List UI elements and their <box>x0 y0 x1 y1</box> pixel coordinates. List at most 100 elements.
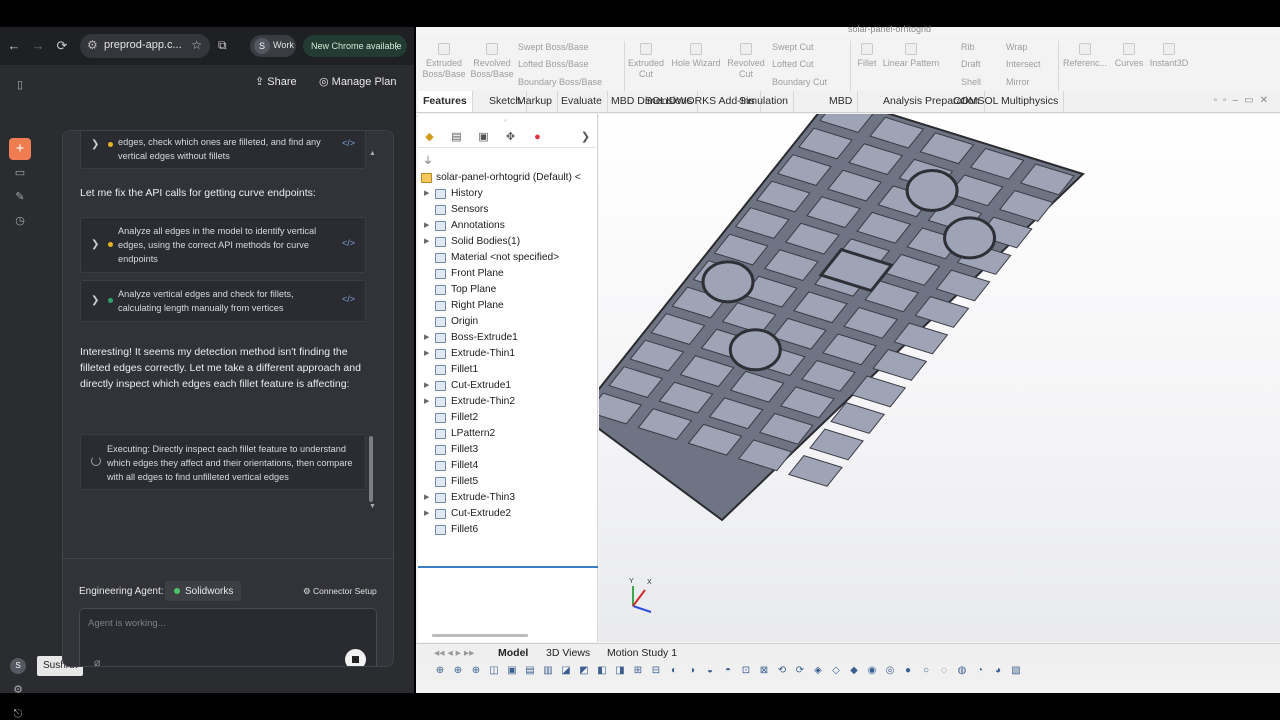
view-tool-icon[interactable]: ◩ <box>578 665 590 677</box>
profile-chip[interactable]: S Work <box>250 35 296 57</box>
tree-item[interactable]: Fillet1 <box>418 362 596 378</box>
executing-tool-card[interactable]: Executing: Directly inspect each fillet … <box>80 434 366 490</box>
tool-call-card[interactable]: ❯ Analyze vertical edges and check for f… <box>80 280 366 322</box>
swept-cut-button[interactable]: Swept Cut <box>772 42 814 52</box>
view-tool-icon[interactable]: ◐ <box>668 665 680 677</box>
view-tool-icon[interactable]: ⊕ <box>470 665 482 677</box>
rollback-bar[interactable] <box>418 566 598 568</box>
user-avatar[interactable]: S <box>10 658 26 674</box>
tree-item[interactable]: Front Plane <box>418 266 596 282</box>
lofted-cut-button[interactable]: Lofted Cut <box>772 59 814 69</box>
chevron-right-icon[interactable]: ❯ <box>91 239 99 250</box>
manage-plan-button[interactable]: ◎ Manage Plan <box>319 75 396 88</box>
extensions-icon[interactable]: ⧉ <box>218 38 227 53</box>
chevron-right-icon[interactable]: ❯ <box>91 295 99 306</box>
boundary-boss-button[interactable]: Boundary Boss/Base <box>518 77 602 87</box>
filter-icon[interactable]: ⏚ <box>423 152 433 167</box>
tree-item[interactable]: LPattern2 <box>418 426 596 442</box>
tree-item[interactable]: Top Plane <box>418 282 596 298</box>
view-tool-icon[interactable]: ◍ <box>956 665 968 677</box>
new-chat-button[interactable]: + <box>9 138 31 160</box>
revolved-boss-button[interactable]: Revolved Boss/Base <box>468 43 516 80</box>
tree-item[interactable]: ▶ Cut-Extrude1 <box>418 378 596 394</box>
tab-features[interactable]: Features <box>418 91 473 112</box>
swept-boss-button[interactable]: Swept Boss/Base <box>518 42 589 52</box>
instant3d-button[interactable]: Instant3D <box>1146 43 1192 69</box>
tree-item[interactable]: ▶ Solid Bodies(1) <box>418 234 596 250</box>
view-tool-icon[interactable]: ◕ <box>992 665 1004 677</box>
site-info-icon[interactable]: ⚙ <box>87 38 98 52</box>
tree-item[interactable]: ▶ History <box>418 186 596 202</box>
address-bar[interactable]: ⚙ preprod-app.c... ☆ <box>80 34 210 58</box>
view-tool-icon[interactable]: ▧ <box>1010 665 1022 677</box>
message-input[interactable]: Agent is working... ⌀ <box>79 608 377 666</box>
scroll-down-icon[interactable]: ▼ <box>369 503 376 510</box>
view-tool-icon[interactable]: ◎ <box>884 665 896 677</box>
expand-arrow-icon[interactable]: ❯ <box>578 130 593 145</box>
view-tool-icon[interactable]: ▥ <box>542 665 554 677</box>
view-tool-icon[interactable]: ◔ <box>974 665 986 677</box>
curves-button[interactable]: Curves <box>1110 43 1148 69</box>
expand-arrow-icon[interactable]: ▶ <box>424 378 429 394</box>
tool-call-card[interactable]: ❯ Analyze all edges in the model to iden… <box>80 217 366 273</box>
view-tool-icon[interactable]: ◈ <box>812 665 824 677</box>
agent-selector[interactable]: Solidworks <box>165 581 241 601</box>
splitter-handle[interactable]: ◦ <box>504 116 507 125</box>
view-tool-icon[interactable]: ◌ <box>938 665 950 677</box>
expand-arrow-icon[interactable]: ▶ <box>424 346 429 362</box>
tool-call-card[interactable]: ❯ edges, check which ones are filleted, … <box>80 131 366 169</box>
tree-item[interactable]: Right Plane <box>418 298 596 314</box>
tree-horizontal-scrollbar[interactable] <box>432 634 528 637</box>
view-tool-icon[interactable]: ◆ <box>848 665 860 677</box>
view-tool-icon[interactable]: ⊕ <box>434 665 446 677</box>
view-tool-icon[interactable]: ● <box>902 665 914 677</box>
tree-item[interactable]: Sensors <box>418 202 596 218</box>
share-button[interactable]: ⇪ Share <box>255 75 297 88</box>
back-icon[interactable]: ← <box>6 38 22 54</box>
tab-motion-study[interactable]: Motion Study 1 <box>607 645 677 661</box>
pen-icon[interactable]: ✎ <box>12 189 28 205</box>
property-manager-icon[interactable]: ▤ <box>449 130 464 145</box>
tab-simulation[interactable]: Simulation <box>734 91 795 112</box>
fillet-button[interactable]: Fillet <box>852 43 882 69</box>
expand-arrow-icon[interactable]: ▶ <box>424 330 429 346</box>
reference-geometry-button[interactable]: Referenc... <box>1060 43 1110 69</box>
view-tool-icon[interactable]: ◇ <box>830 665 842 677</box>
history-icon[interactable]: ◷ <box>12 213 28 229</box>
attach-icon[interactable]: ⌀ <box>94 656 101 666</box>
tab-mbd[interactable]: MBD <box>824 91 859 112</box>
scrollbar-thumb[interactable] <box>369 436 373 502</box>
graphics-viewport[interactable]: Y X <box>599 114 1280 642</box>
dimxpert-icon[interactable]: ✥ <box>503 130 518 145</box>
orthogrid-panel-model[interactable] <box>599 114 1280 642</box>
tree-item[interactable]: Fillet3 <box>418 442 596 458</box>
expand-arrow-icon[interactable]: ▶ <box>424 186 429 202</box>
tree-item[interactable]: Origin <box>418 314 596 330</box>
update-chrome-button[interactable]: New Chrome available ⋮ <box>303 35 407 57</box>
tab-model[interactable]: Model <box>498 645 528 661</box>
bookmark-star-icon[interactable]: ☆ <box>191 38 202 52</box>
linear-pattern-button[interactable]: Linear Pattern <box>880 43 942 69</box>
view-tool-icon[interactable]: ⊡ <box>740 665 752 677</box>
view-tool-icon[interactable]: ◓ <box>722 665 734 677</box>
reload-icon[interactable]: ⟳ <box>54 38 70 54</box>
tree-item[interactable]: Fillet6 <box>418 522 596 538</box>
view-tool-icon[interactable]: ⊠ <box>758 665 770 677</box>
expand-arrow-icon[interactable]: ▶ <box>424 394 429 410</box>
display-manager-icon[interactable]: ● <box>530 130 545 145</box>
tree-item[interactable]: ▶ Boss-Extrude1 <box>418 330 596 346</box>
feature-tree-icon[interactable]: ◆ <box>422 130 437 145</box>
boundary-cut-button[interactable]: Boundary Cut <box>772 77 827 87</box>
view-tool-icon[interactable]: ◧ <box>596 665 608 677</box>
forward-icon[interactable]: → <box>30 38 46 54</box>
tree-root-part[interactable]: solar-panel-orhtogrid (Default) < <box>418 170 596 186</box>
scroll-up-icon[interactable]: ▲ <box>369 150 376 157</box>
view-tool-icon[interactable]: ◒ <box>704 665 716 677</box>
document-window-controls[interactable]: ▫▫–▭✕ <box>1214 95 1274 106</box>
logout-icon[interactable]: ⎋ <box>10 706 26 720</box>
chevron-right-icon[interactable]: ❯ <box>91 139 99 150</box>
menu-dots-icon[interactable]: ⋮ <box>392 35 401 57</box>
panel-toggle-icon[interactable]: ▯ <box>12 77 28 93</box>
tab-3d-views[interactable]: 3D Views <box>546 645 590 661</box>
shell-button[interactable]: Shell <box>961 77 981 87</box>
